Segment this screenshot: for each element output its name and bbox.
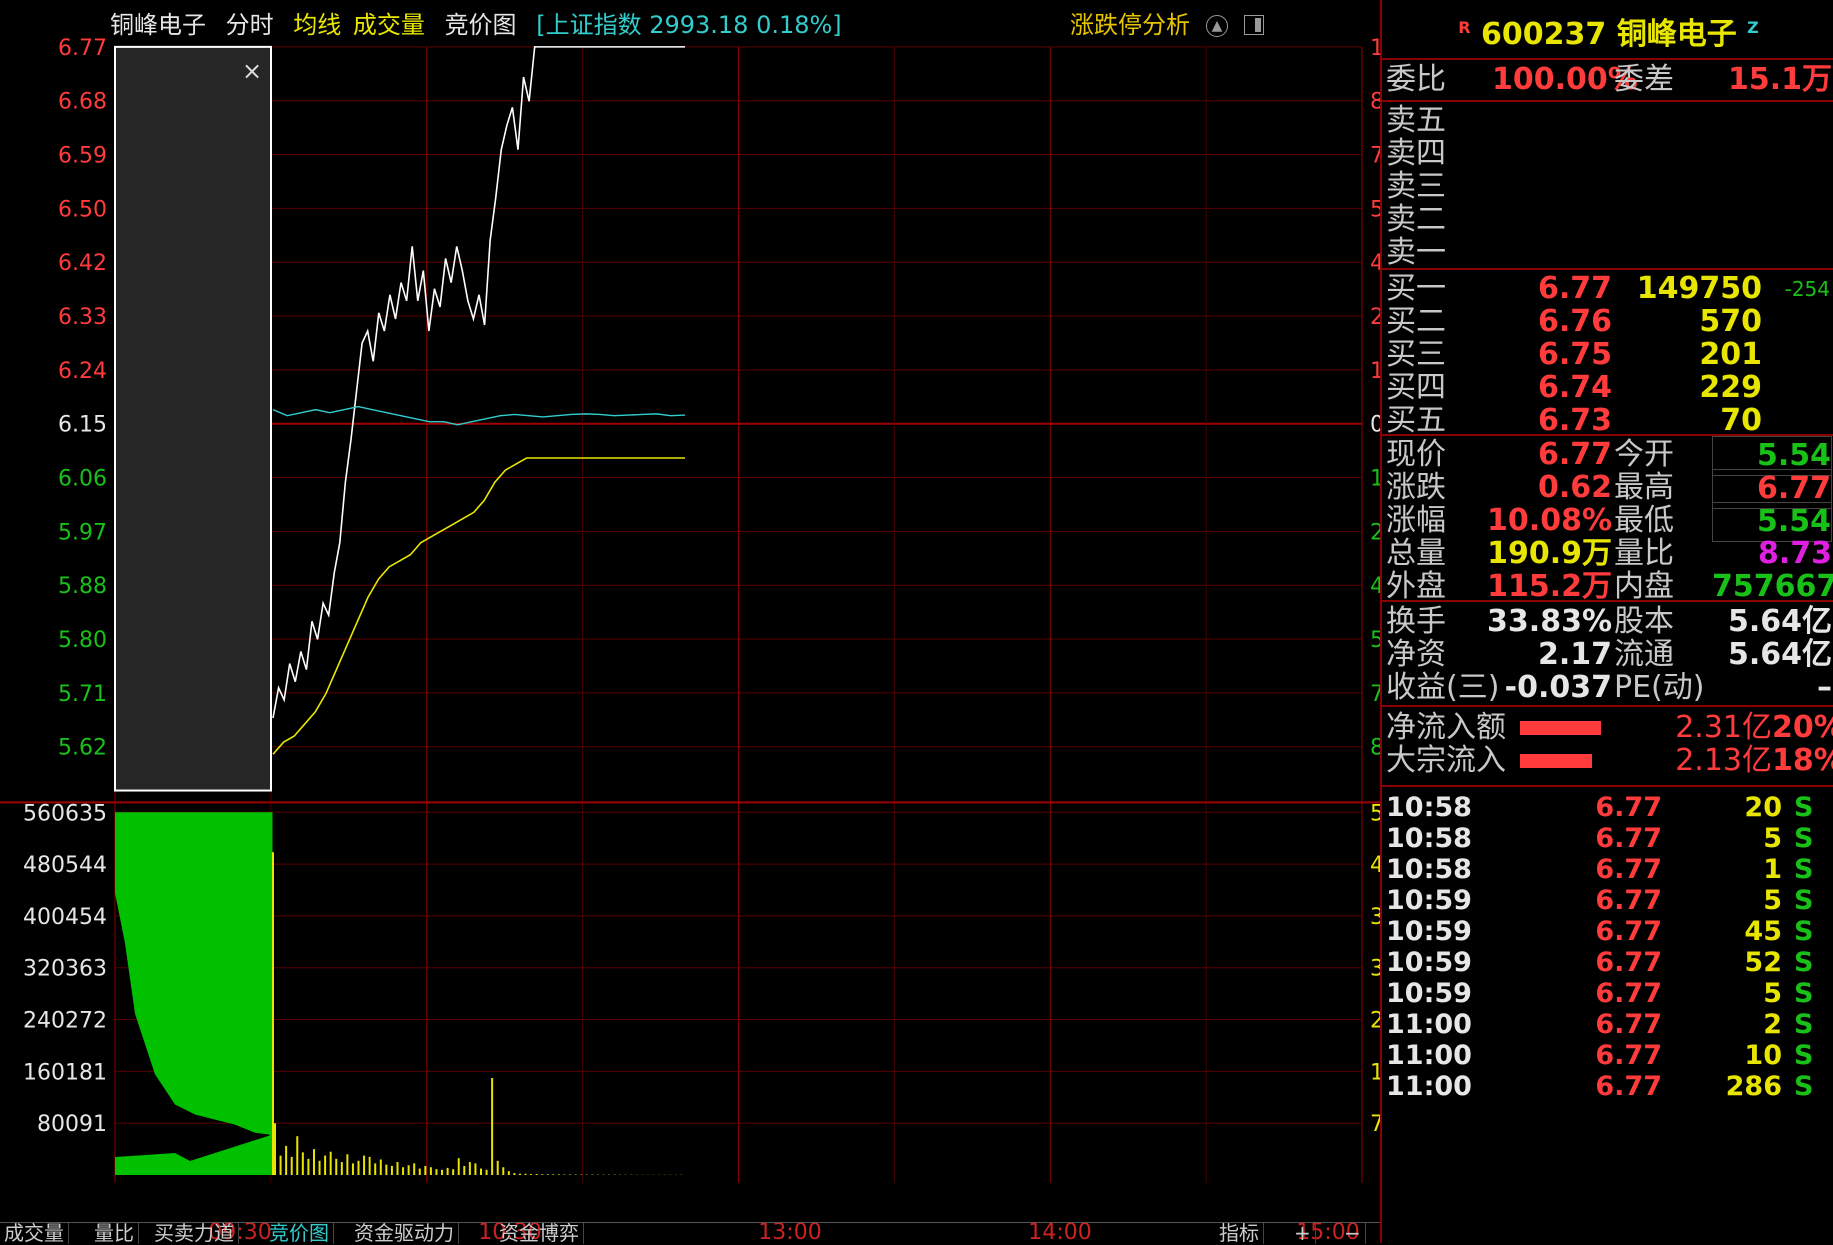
stat-value-2: 757667 — [1712, 569, 1833, 604]
volume-tick-label: 400454 — [23, 905, 107, 930]
volume-tick-label: 320363 — [23, 957, 107, 982]
trade-row: 11:00 6.77 286 S — [1382, 1068, 1833, 1106]
weibi-label: 委比 — [1386, 62, 1446, 97]
pct-tick-label: 8.64% — [1370, 736, 1380, 761]
volume-tick-label-right: 473632 — [1370, 853, 1380, 878]
pct-tick-label: 1.44% — [1370, 359, 1380, 384]
weibi-row: 委比 100.00% 委差 15.1万 — [1382, 61, 1833, 99]
rzrq-r-badge: R — [1458, 18, 1471, 37]
bottom-right-button[interactable]: 指标 — [1215, 1223, 1264, 1244]
price-tick-label: 6.15 — [58, 413, 107, 438]
volume-tick-label-right: 315755 — [1370, 957, 1380, 982]
quote-panel: R 600237 铜峰电子 Z 委比 100.00% 委差 15.1万 卖五 卖四… — [1380, 0, 1833, 1243]
bid-qty: 70 — [1720, 403, 1762, 438]
price-tick-label: 5.80 — [58, 628, 107, 653]
volume-tick-label: 80091 — [37, 1112, 107, 1137]
pct-tick-label: 8.64% — [1370, 90, 1380, 115]
volume-tick-label: 240272 — [23, 1009, 107, 1034]
pct-tick-label: 7.20% — [1370, 144, 1380, 169]
pct-tick-label: 7.20% — [1370, 682, 1380, 707]
price-line — [272, 46, 685, 719]
bid-label: 买五 — [1386, 403, 1446, 438]
bottom-tab[interactable]: 量比 — [90, 1223, 139, 1244]
price-tick-label: 5.97 — [58, 520, 107, 545]
price-tick-label: 5.62 — [58, 736, 107, 761]
weicha-label: 委差 — [1614, 62, 1674, 97]
pct-tick-label: 2.88% — [1370, 305, 1380, 330]
flow-bar — [1520, 721, 1601, 735]
fund-value-2: – — [1817, 670, 1832, 705]
volume-tick-label: 480544 — [23, 853, 107, 878]
index-flow-line — [272, 405, 686, 426]
pct-tick-label: 5.76% — [1370, 197, 1380, 222]
bottom-tab[interactable]: 竞价图 — [265, 1223, 334, 1244]
volume-tick-label: 560635 — [23, 801, 107, 826]
fund-value: -0.037 — [1504, 670, 1612, 705]
trade-time: 11:00 — [1386, 1071, 1472, 1102]
bottom-right-button[interactable]: − — [1340, 1223, 1366, 1244]
price-tick-label: 6.06 — [58, 467, 107, 492]
panel-title: R 600237 铜峰电子 Z — [1382, 8, 1833, 55]
quote-stat-row: 外盘 115.2万 内盘 757667 — [1382, 568, 1833, 606]
volume-tick-label-right: 552571 — [1370, 801, 1380, 826]
volume-tick-label-right: 78939 — [1370, 1112, 1380, 1137]
trade-qty: 286 — [1725, 1071, 1782, 1102]
bottom-tab-bar: 成交量 量比 买卖力道 竞价图 资金驱动力 资金博弈 指标 + − — [0, 1222, 1380, 1244]
price-tick-label: 6.33 — [58, 305, 107, 330]
pct-tick-label: 2.88% — [1370, 520, 1380, 545]
trade-side: S — [1794, 1071, 1814, 1102]
weibi-value: 100.00% — [1492, 62, 1638, 97]
bottom-tab[interactable]: 资金博弈 — [495, 1223, 584, 1244]
stat-value: 115.2万 — [1487, 569, 1612, 604]
flow-value: 2.13亿 — [1675, 743, 1772, 778]
pct-tick-label: 1.44% — [1370, 467, 1380, 492]
price-tick-label: 6.50 — [58, 197, 107, 222]
auction-zone — [114, 45, 272, 792]
panel-stock-name: 铜峰电子 — [1616, 17, 1737, 52]
volume-tick-label: 160181 — [23, 1060, 107, 1085]
capital-flow-row: 大宗流入 2.13亿18% — [1382, 742, 1833, 780]
bottom-tab[interactable]: 成交量 — [0, 1223, 69, 1244]
avg-price-line — [272, 457, 685, 755]
stat-label-2: 内盘 — [1614, 569, 1674, 604]
price-tick-label: 5.88 — [58, 574, 107, 599]
close-auction-icon[interactable]: × — [242, 57, 262, 85]
flow-bar — [1520, 754, 1592, 768]
pct-tick-label: 10.08% — [1370, 36, 1380, 61]
weicha-value: 15.1万 — [1727, 62, 1832, 97]
bid-price: 6.73 — [1537, 403, 1612, 438]
pct-tick-label: 4.32% — [1370, 574, 1380, 599]
pct-tick-label: 4.32% — [1370, 251, 1380, 276]
pct-tick-label: 5.76% — [1370, 628, 1380, 653]
price-tick-label: 6.42 — [58, 251, 107, 276]
ask-row: 卖一 — [1382, 234, 1833, 272]
chart-svg: 6.77 10.08% 6.68 8.64% 6.59 7.20% 6.50 5.76% 6.4… — [0, 36, 1380, 1243]
fund-label-2: PE(动) — [1614, 670, 1705, 705]
ask-label: 卖一 — [1386, 235, 1446, 270]
bottom-right-button[interactable]: + — [1290, 1223, 1316, 1244]
flow-label: 大宗流入 — [1386, 743, 1506, 778]
fundamental-row: 收益(三) -0.037 PE(动) – — [1382, 669, 1833, 707]
stat-label: 外盘 — [1386, 569, 1446, 604]
flow-pct: 18% — [1772, 743, 1833, 778]
bottom-tab[interactable]: 资金驱动力 — [350, 1223, 459, 1244]
price-tick-label: 6.24 — [58, 359, 107, 384]
price-tick-label: 6.59 — [58, 144, 107, 169]
bottom-tab[interactable]: 买卖力道 — [150, 1223, 239, 1244]
trade-price: 6.77 — [1595, 1071, 1662, 1102]
auction-volume-base — [115, 1135, 271, 1176]
panel-stock-code: 600237 — [1481, 17, 1607, 52]
price-tick-label: 6.77 — [58, 36, 107, 61]
volume-tick-label-right: 157877 — [1370, 1060, 1380, 1085]
price-tick-label: 5.71 — [58, 682, 107, 707]
rzrq-z-badge: Z — [1747, 18, 1759, 37]
intraday-chart[interactable]: 铜峰电子 分时 均线 成交量 竞价图 [上证指数 2993.18 0.18%] … — [0, 0, 1380, 1243]
bid-row: 买五 6.73 70 — [1382, 402, 1833, 440]
volume-tick-label-right: 394693 — [1370, 905, 1380, 930]
auction-volume-fill — [115, 812, 271, 1135]
price-grid — [114, 46, 1363, 1184]
price-tick-label: 6.68 — [58, 90, 107, 115]
volume-tick-label-right: 236816 — [1370, 1009, 1380, 1034]
pct-tick-label: 0.00% — [1370, 413, 1380, 438]
